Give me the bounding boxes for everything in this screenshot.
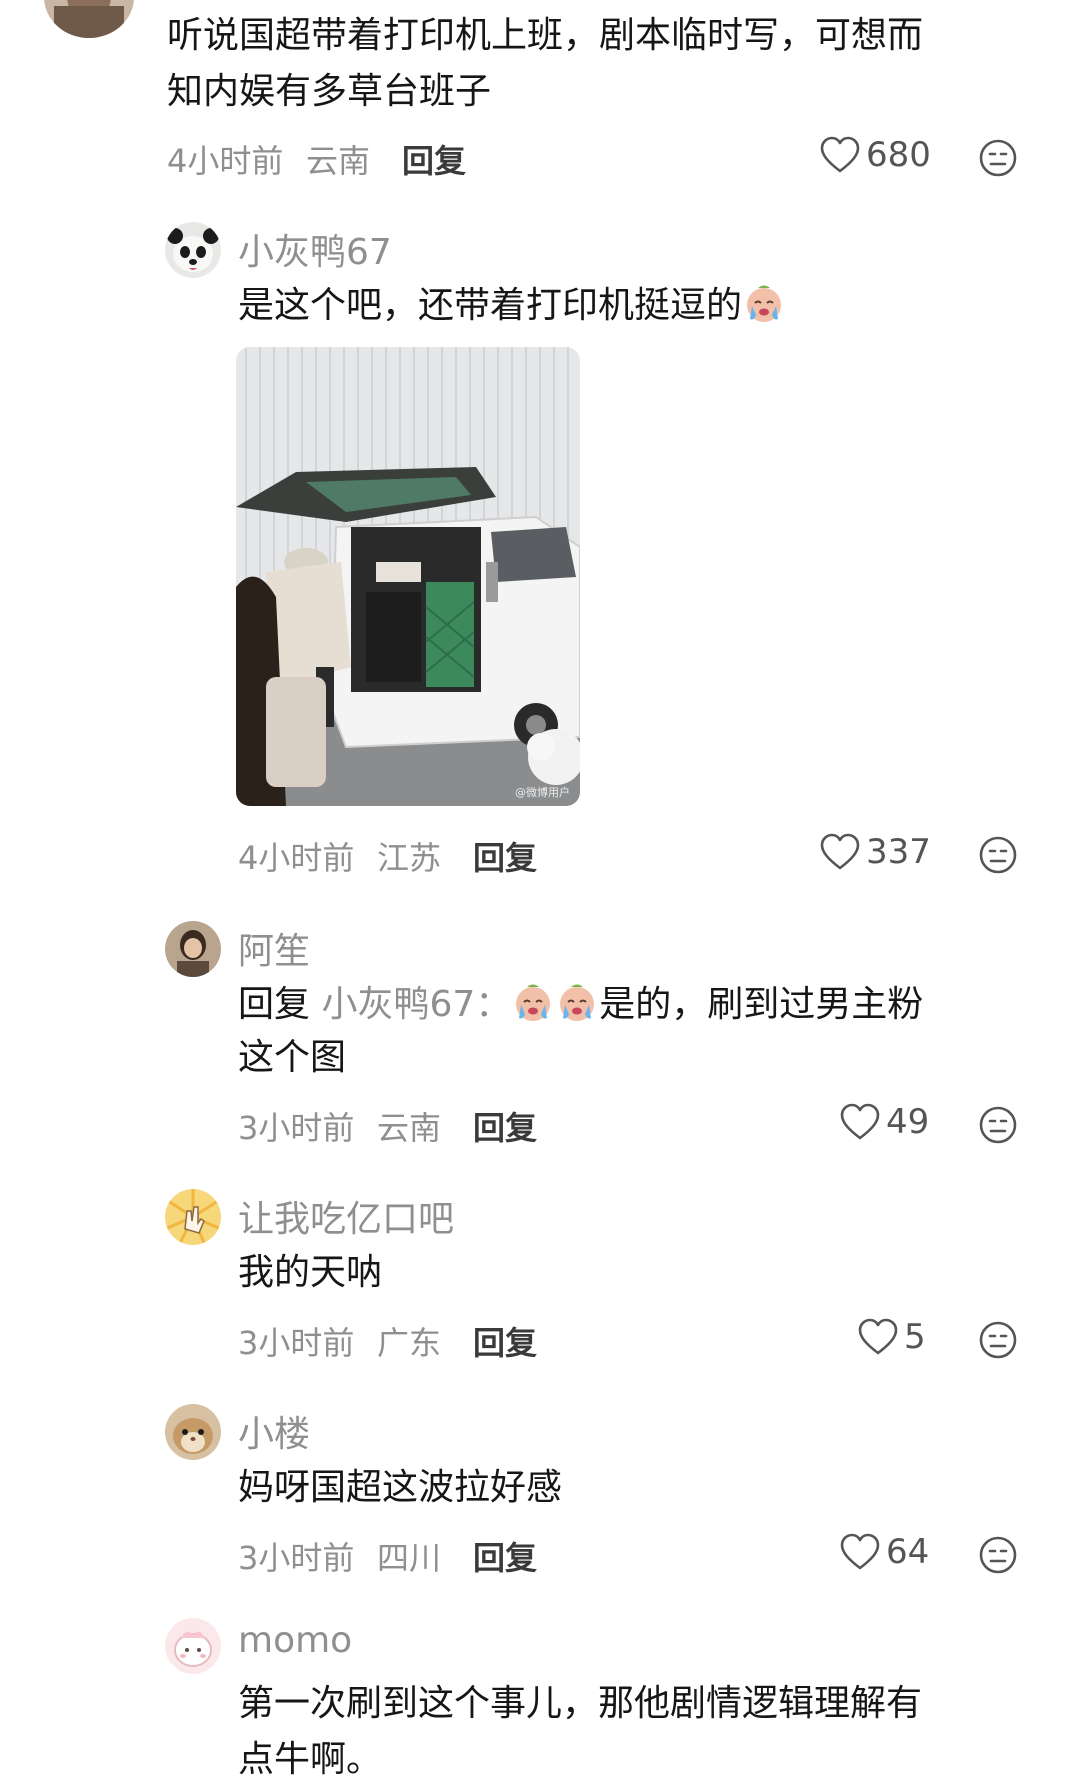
avatar[interactable] [165, 222, 221, 278]
crying-face-icon [511, 980, 555, 1024]
comment-text: 是的，刷到过男主粉 [599, 984, 924, 1025]
comment-thread: 听说国超带着打印机上班，剧本临时写，可想而 知内娱有多草台班子 4小时前 云南 … [0, 0, 1080, 1792]
avatar[interactable] [165, 1189, 221, 1245]
photo-van-trunk [236, 347, 580, 806]
username[interactable]: momo [238, 1620, 352, 1661]
avatar[interactable] [165, 1404, 221, 1460]
neutral-face-icon [979, 1536, 1017, 1574]
like-button[interactable]: 49 [840, 1102, 929, 1142]
comment-time: 4小时前 [167, 142, 284, 180]
avatar-photo-icon [165, 921, 221, 977]
more-button[interactable] [978, 835, 1018, 875]
reply-button[interactable]: 回复 [473, 833, 537, 879]
more-button[interactable] [978, 1105, 1018, 1145]
heart-outline-icon [858, 1318, 898, 1355]
comment-body: 我的天呐 [238, 1252, 383, 1293]
like-count: 337 [866, 832, 931, 872]
heart-outline-icon [820, 136, 860, 173]
avatar-photo-icon [44, 0, 134, 38]
avatar[interactable] [165, 921, 221, 977]
comment-body-line: 知内娱有多草台班子 [167, 71, 492, 112]
heart-outline-icon [840, 1103, 880, 1140]
reply-button[interactable]: 回复 [473, 1533, 537, 1579]
username[interactable]: 让我吃亿口吧 [238, 1190, 454, 1242]
like-button[interactable]: 337 [820, 832, 931, 872]
comment-time: 3小时前 [238, 1109, 355, 1147]
comment-location: 四川 [377, 1539, 442, 1577]
reply-button[interactable]: 回复 [473, 1103, 537, 1149]
comment-location: 江苏 [377, 839, 442, 877]
username[interactable]: 小灰鸭67 [238, 223, 392, 275]
heart-outline-icon [840, 1533, 880, 1570]
reply-prefix: 回复 [238, 984, 311, 1025]
crying-face-icon [742, 281, 786, 325]
more-button[interactable] [978, 1320, 1018, 1360]
comment-time: 3小时前 [238, 1539, 355, 1577]
comment-location: 云南 [377, 1109, 442, 1147]
avatar[interactable] [44, 0, 134, 38]
comment-location: 广东 [377, 1324, 442, 1362]
like-count: 5 [904, 1317, 926, 1357]
mention-link[interactable]: 小灰鸭67： [321, 984, 511, 1025]
like-button[interactable]: 680 [820, 135, 931, 175]
panda-avatar-icon [165, 222, 221, 278]
comment-body: 是这个吧，还带着打印机挺逗的 [238, 278, 786, 334]
neutral-face-icon [979, 836, 1017, 874]
comment-time: 3小时前 [238, 1324, 355, 1362]
neutral-face-icon [979, 1321, 1017, 1359]
neutral-face-icon [979, 1106, 1017, 1144]
comment-time: 4小时前 [238, 839, 355, 877]
more-button[interactable] [978, 1535, 1018, 1575]
comment-body-line: 这个图 [238, 1037, 347, 1078]
like-count: 64 [886, 1532, 930, 1572]
comment-body: 妈呀国超这波拉好感 [238, 1467, 563, 1508]
like-count: 49 [886, 1102, 930, 1142]
comment-body-line: 听说国超带着打印机上班，剧本临时写，可想而 [167, 15, 924, 56]
username[interactable]: 阿笙 [238, 922, 310, 974]
comment-body-line: 点牛啊。 [238, 1739, 383, 1780]
cartoon-avatar-icon [165, 1618, 221, 1674]
photo-watermark: @微博用户 [515, 786, 570, 799]
reply-button[interactable]: 回复 [402, 136, 466, 182]
comment-body-line: 第一次刷到这个事儿，那他剧情逻辑理解有 [238, 1683, 923, 1724]
more-button[interactable] [978, 138, 1018, 178]
hamster-avatar-icon [165, 1404, 221, 1460]
comment-location: 云南 [306, 142, 371, 180]
crying-face-icon [555, 980, 599, 1024]
reply-button[interactable]: 回复 [473, 1318, 537, 1364]
comment-photo[interactable]: @微博用户 [236, 347, 580, 806]
comment-body-line: 回复 小灰鸭67： 是的，刷到过男主粉 [238, 977, 923, 1033]
heart-outline-icon [820, 833, 860, 870]
comment-text: 是这个吧，还带着打印机挺逗的 [238, 285, 743, 326]
like-button[interactable]: 64 [840, 1532, 929, 1572]
neutral-face-icon [979, 139, 1017, 177]
like-count: 680 [866, 135, 931, 175]
username[interactable]: 小楼 [238, 1405, 310, 1457]
like-button[interactable]: 5 [858, 1317, 926, 1357]
sunburst-hand-avatar-icon [165, 1189, 221, 1245]
avatar[interactable] [165, 1618, 221, 1674]
